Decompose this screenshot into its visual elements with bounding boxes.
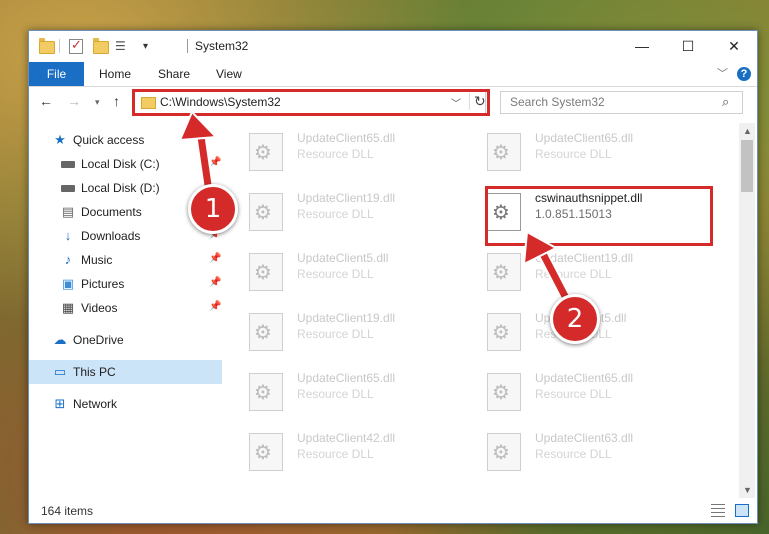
step-2-badge: 2 bbox=[550, 294, 600, 344]
arrow-1 bbox=[178, 110, 219, 198]
annotation-arrows bbox=[178, 110, 573, 306]
arrow-2 bbox=[522, 230, 573, 306]
step-1-badge: 1 bbox=[188, 184, 238, 234]
